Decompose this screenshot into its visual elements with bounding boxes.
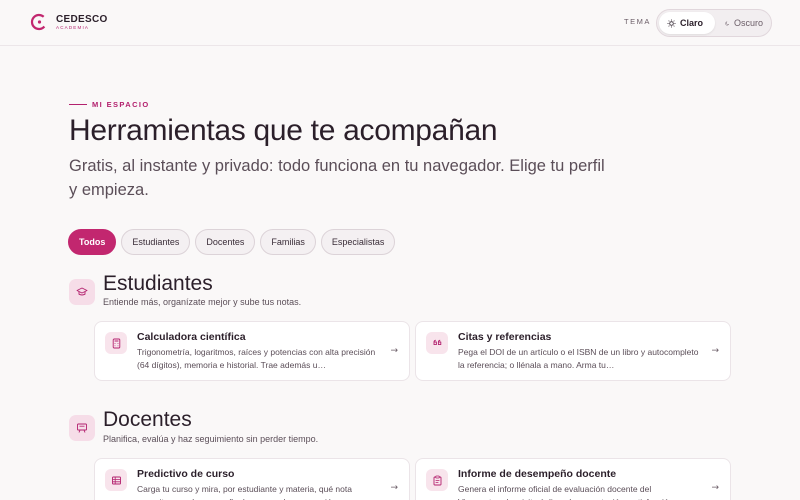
graduation-cap-icon bbox=[69, 279, 95, 305]
card-description: Carga tu curso y mira, por estudiante y … bbox=[137, 484, 356, 500]
card-description: Trigonometría, logaritmos, raíces y pote… bbox=[137, 347, 376, 370]
brand-name: CEDESCO bbox=[56, 14, 108, 25]
cedesco-logo-icon[interactable] bbox=[30, 13, 48, 31]
arrow-right-icon: → bbox=[390, 346, 398, 356]
profile-filter-bar: Todos Estudiantes Docentes Familias Espe… bbox=[68, 229, 396, 255]
moon-icon bbox=[725, 20, 730, 25]
arrow-right-icon: → bbox=[711, 483, 719, 493]
theme-label: TEMA bbox=[624, 17, 651, 26]
section-title-estudiantes: Estudiantes bbox=[103, 272, 213, 295]
theme-dark-button[interactable]: Oscuro bbox=[717, 12, 771, 34]
theme-toggle: Claro Oscuro bbox=[656, 9, 772, 37]
filter-docentes[interactable]: Docentes bbox=[195, 229, 256, 255]
theme-light-label: Claro bbox=[680, 18, 704, 28]
card-description: Genera el informe oficial de evaluación … bbox=[458, 484, 682, 500]
filter-familias[interactable]: Familias bbox=[260, 229, 316, 255]
clipboard-icon bbox=[426, 469, 448, 491]
eyebrow-divider bbox=[69, 104, 87, 105]
eyebrow: MI ESPACIO bbox=[92, 100, 150, 109]
arrow-right-icon: → bbox=[390, 483, 398, 493]
brand-subtitle: ACADEMIA bbox=[56, 25, 90, 30]
page-subtitle: Gratis, al instante y privado: todo func… bbox=[69, 157, 605, 199]
card-title: Predictivo de curso bbox=[137, 468, 235, 480]
quote-icon bbox=[426, 332, 448, 354]
sun-icon bbox=[667, 18, 676, 28]
tool-card-calculadora[interactable]: Calculadora científica Trigonometría, lo… bbox=[94, 321, 410, 381]
filter-todos[interactable]: Todos bbox=[68, 229, 117, 255]
section-title-docentes: Docentes bbox=[103, 408, 192, 431]
tool-card-citas[interactable]: Citas y referencias Pega el DOI de un ar… bbox=[415, 321, 731, 381]
filter-estudiantes[interactable]: Estudiantes bbox=[121, 229, 191, 255]
arrow-right-icon: → bbox=[711, 346, 719, 356]
presentation-board-icon bbox=[69, 415, 95, 441]
section-desc-docentes: Planifica, evalúa y haz seguimiento sin … bbox=[103, 434, 319, 444]
card-title: Citas y referencias bbox=[458, 331, 552, 343]
card-title: Calculadora científica bbox=[137, 331, 246, 343]
card-title: Informe de desempeño docente bbox=[458, 468, 617, 480]
tool-card-informe-desempeno[interactable]: Informe de desempeño docente Genera el i… bbox=[415, 458, 731, 500]
theme-dark-label: Oscuro bbox=[733, 18, 763, 28]
theme-light-button[interactable]: Claro bbox=[659, 12, 715, 34]
top-bar: CEDESCO ACADEMIA TEMA Claro Oscuro bbox=[0, 0, 800, 46]
calculator-icon bbox=[105, 332, 127, 354]
filter-especialistas[interactable]: Especialistas bbox=[320, 229, 396, 255]
spreadsheet-icon bbox=[105, 469, 127, 491]
tool-card-predictivo[interactable]: Predictivo de curso Carga tu curso y mir… bbox=[94, 458, 410, 500]
section-desc-estudiantes: Entiende más, organízate mejor y sube tu… bbox=[103, 297, 302, 307]
page-title: Herramientas que te acompañan bbox=[69, 114, 498, 147]
card-description: Pega el DOI de un artículo o el ISBN de … bbox=[458, 347, 699, 370]
